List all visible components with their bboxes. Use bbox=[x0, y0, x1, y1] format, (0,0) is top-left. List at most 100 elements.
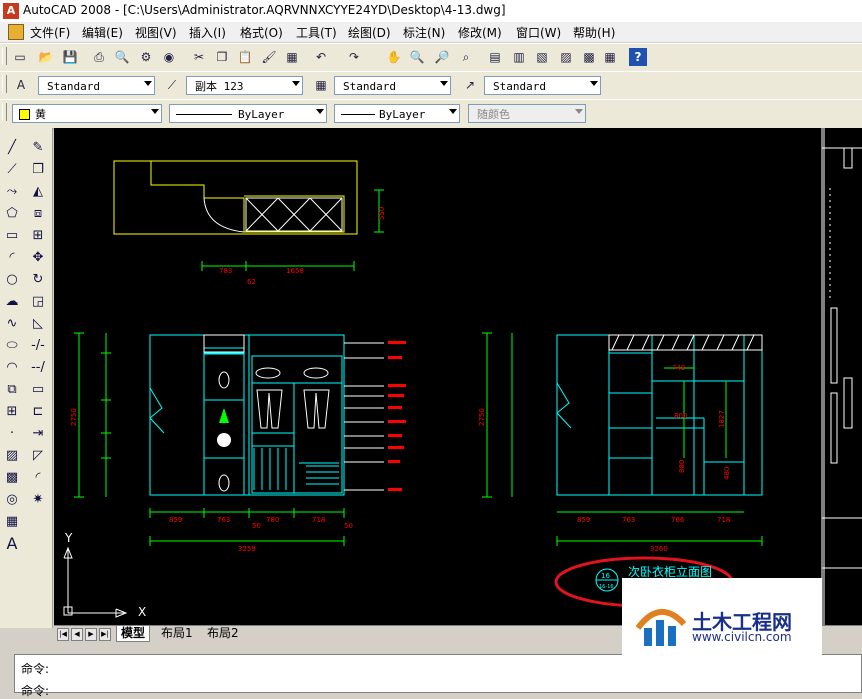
markup-icon[interactable]: ▩ bbox=[580, 48, 598, 66]
hatch-icon[interactable]: ▨ bbox=[3, 446, 21, 464]
ellipse-arc-icon[interactable]: ◠ bbox=[3, 358, 21, 376]
gradient-icon[interactable]: ▩ bbox=[3, 468, 21, 486]
open-icon[interactable]: 📂 bbox=[37, 48, 55, 66]
document-icon[interactable] bbox=[8, 24, 24, 40]
pan-icon[interactable]: ✋ bbox=[385, 48, 403, 66]
zoom-window-icon[interactable]: 🔎 bbox=[433, 48, 451, 66]
linetype-select[interactable]: ByLayer bbox=[169, 104, 327, 123]
cut-icon[interactable]: ✂ bbox=[190, 48, 208, 66]
redo-icon[interactable]: ↷ bbox=[345, 48, 363, 66]
plot-icon[interactable]: ⎙ bbox=[90, 48, 108, 66]
command-window[interactable]: 命令: 命令: bbox=[14, 654, 862, 698]
last-tab-icon[interactable]: ▶| bbox=[99, 628, 111, 641]
toolbar-grip[interactable] bbox=[2, 103, 7, 121]
3d-dwf-icon[interactable]: ◉ bbox=[160, 48, 178, 66]
dim-label: 480 bbox=[723, 467, 731, 480]
menu-file[interactable]: 文件(F) bbox=[30, 24, 70, 41]
offset-icon[interactable]: ⧈ bbox=[29, 204, 47, 222]
table-style-icon[interactable]: ▦ bbox=[312, 76, 330, 94]
point-icon[interactable]: · bbox=[3, 424, 21, 442]
rectangle-icon[interactable]: ▭ bbox=[3, 226, 21, 244]
table-style-select[interactable]: Standard bbox=[334, 76, 451, 95]
menu-draw[interactable]: 绘图(D) bbox=[348, 24, 391, 41]
circle-icon[interactable]: ○ bbox=[3, 270, 21, 288]
command-prompt[interactable]: 命令: bbox=[21, 682, 49, 699]
tab-model[interactable]: 模型 bbox=[116, 626, 151, 642]
calculator-icon[interactable]: ▦ bbox=[601, 48, 619, 66]
dimension-style-select[interactable]: 副本 123 bbox=[186, 76, 303, 95]
next-tab-icon[interactable]: ▶ bbox=[85, 628, 97, 641]
lineweight-select[interactable]: ByLayer bbox=[334, 104, 460, 123]
prev-tab-icon[interactable]: ◀ bbox=[71, 628, 83, 641]
first-tab-icon[interactable]: |◀ bbox=[57, 628, 69, 641]
match-properties-icon[interactable]: 🖌 bbox=[260, 48, 278, 66]
line-icon[interactable]: ╱ bbox=[3, 138, 21, 156]
menu-dimension[interactable]: 标注(N) bbox=[403, 24, 445, 41]
tool-palettes-icon[interactable]: ▧ bbox=[533, 48, 551, 66]
design-center-icon[interactable]: ▥ bbox=[510, 48, 528, 66]
break-at-point-icon[interactable]: ▭ bbox=[29, 380, 47, 398]
menu-view[interactable]: 视图(V) bbox=[135, 24, 177, 41]
autocad-app-icon[interactable]: A bbox=[3, 3, 19, 19]
menu-edit[interactable]: 编辑(E) bbox=[82, 24, 123, 41]
menu-modify[interactable]: 修改(M) bbox=[458, 24, 502, 41]
chamfer-icon[interactable]: ◸ bbox=[29, 446, 47, 464]
join-icon[interactable]: ⇥ bbox=[29, 424, 47, 442]
revision-cloud-icon[interactable]: ☁ bbox=[3, 292, 21, 310]
stretch-icon[interactable]: ◺ bbox=[29, 314, 47, 332]
polyline-icon[interactable]: ⤳ bbox=[3, 182, 21, 200]
table-icon[interactable]: ▦ bbox=[3, 512, 21, 530]
text-style-select[interactable]: Standard bbox=[38, 76, 155, 95]
multileader-style-select[interactable]: Standard bbox=[484, 76, 601, 95]
extend-icon[interactable]: --/ bbox=[29, 358, 47, 376]
multileader-style-icon[interactable]: ↗ bbox=[461, 76, 479, 94]
fillet-icon[interactable]: ◜ bbox=[29, 468, 47, 486]
make-block-icon[interactable]: ⊞ bbox=[3, 402, 21, 420]
tab-layout1[interactable]: 布局1 bbox=[157, 626, 197, 641]
menu-format[interactable]: 格式(O) bbox=[240, 24, 283, 41]
dimension-style-icon[interactable]: ⟋ bbox=[163, 76, 181, 94]
copy-icon[interactable]: ❐ bbox=[213, 48, 231, 66]
dim-label: 800 bbox=[674, 412, 687, 420]
toolbar-grip[interactable] bbox=[2, 75, 7, 93]
array-icon[interactable]: ⊞ bbox=[29, 226, 47, 244]
arc-icon[interactable]: ◜ bbox=[3, 248, 21, 266]
block-editor-icon[interactable]: ▦ bbox=[283, 48, 301, 66]
polygon-icon[interactable]: ⬠ bbox=[3, 204, 21, 222]
insert-block-icon[interactable]: ⧉ bbox=[3, 380, 21, 398]
scale-icon[interactable]: ◲ bbox=[29, 292, 47, 310]
toolbar-grip[interactable] bbox=[2, 47, 7, 65]
zoom-previous-icon[interactable]: ⌕ bbox=[457, 48, 475, 66]
explode-icon[interactable]: ✷ bbox=[29, 490, 47, 508]
layer-select[interactable]: 黄 bbox=[12, 104, 162, 123]
multiline-text-icon[interactable]: A bbox=[3, 534, 21, 553]
trim-icon[interactable]: -/- bbox=[29, 336, 47, 354]
erase-icon[interactable]: ✎ bbox=[29, 138, 47, 156]
plot-preview-icon[interactable]: 🔍 bbox=[113, 48, 131, 66]
sheet-set-icon[interactable]: ▨ bbox=[557, 48, 575, 66]
rotate-icon[interactable]: ↻ bbox=[29, 270, 47, 288]
mirror-icon[interactable]: ◭ bbox=[29, 182, 47, 200]
menu-tools[interactable]: 工具(T) bbox=[296, 24, 337, 41]
move-icon[interactable]: ✥ bbox=[29, 248, 47, 266]
break-icon[interactable]: ⊏ bbox=[29, 402, 47, 420]
spline-icon[interactable]: ∿ bbox=[3, 314, 21, 332]
properties-icon[interactable]: ▤ bbox=[486, 48, 504, 66]
tab-layout2[interactable]: 布局2 bbox=[203, 626, 243, 641]
construction-line-icon[interactable]: ⟋ bbox=[3, 160, 21, 178]
menu-help[interactable]: 帮助(H) bbox=[573, 24, 615, 41]
drawing-canvas[interactable]: 783 1658 550 62 2750 859 763 50 780 718 … bbox=[54, 128, 862, 625]
new-icon[interactable]: ▭ bbox=[11, 48, 29, 66]
ellipse-icon[interactable]: ⬭ bbox=[3, 336, 21, 354]
undo-icon[interactable]: ↶ bbox=[312, 48, 330, 66]
help-icon[interactable]: ? bbox=[629, 48, 647, 66]
menu-insert[interactable]: 插入(I) bbox=[189, 24, 226, 41]
text-style-icon[interactable]: A bbox=[12, 76, 30, 94]
paste-icon[interactable]: 📋 bbox=[236, 48, 254, 66]
zoom-realtime-icon[interactable]: 🔍 bbox=[408, 48, 426, 66]
menu-window[interactable]: 窗口(W) bbox=[516, 24, 561, 41]
save-icon[interactable]: 💾 bbox=[61, 48, 79, 66]
region-icon[interactable]: ◎ bbox=[3, 490, 21, 508]
publish-icon[interactable]: ⚙ bbox=[137, 48, 155, 66]
copy-object-icon[interactable]: ❐ bbox=[29, 160, 47, 178]
